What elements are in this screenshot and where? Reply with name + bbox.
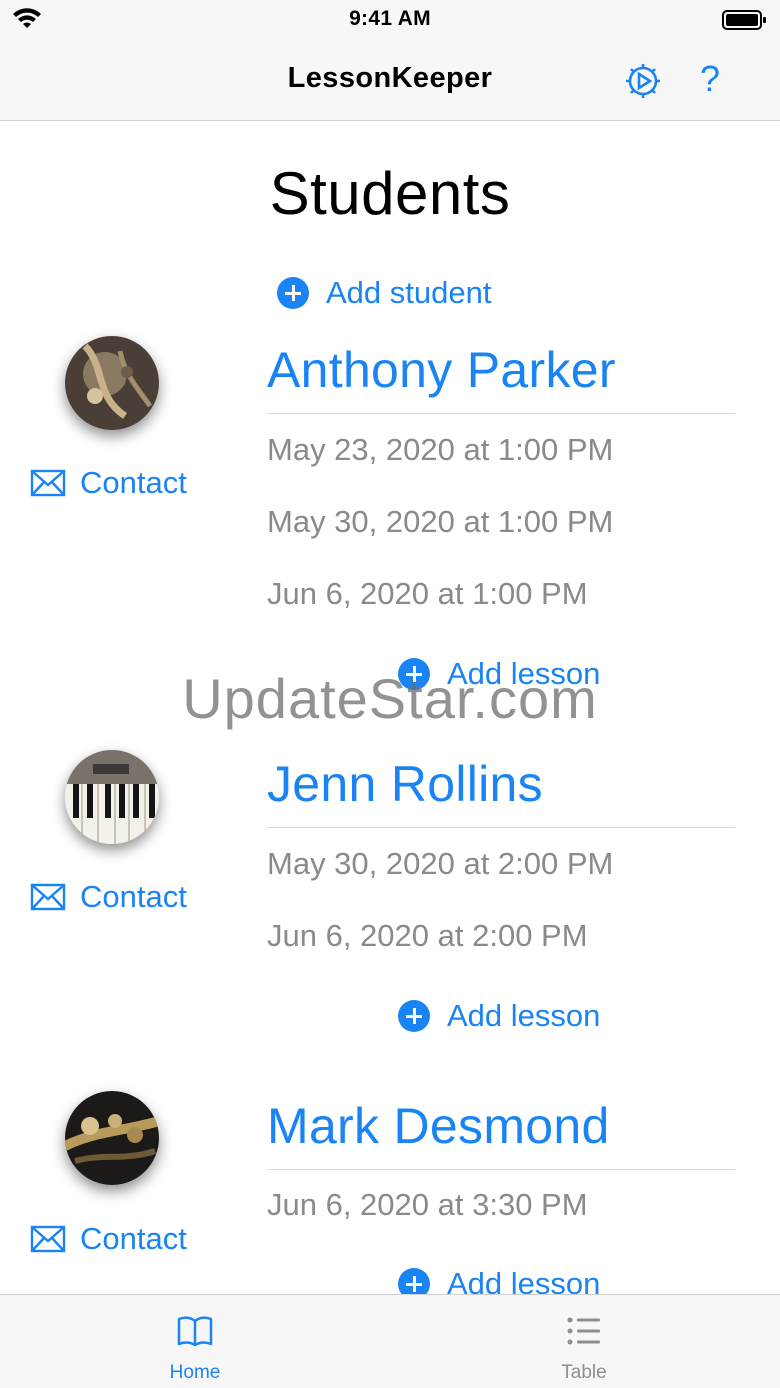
status-bar: 9:41 AM [0,0,780,40]
contact-label: Contact [80,465,187,500]
tab-home[interactable]: Home [95,1295,295,1388]
page-title: Students [269,160,511,227]
add-lesson-label: Add lesson [447,998,601,1033]
add-student-label: Add student [326,275,492,310]
student-name[interactable]: Jenn Rollins [267,755,543,813]
divider [267,1169,735,1170]
help-button[interactable]: ? [700,58,720,100]
settings-gear-icon[interactable] [623,61,663,101]
lesson-item[interactable]: May 30, 2020 at 1:00 PM [267,504,613,540]
tab-label: Home [169,1362,221,1383]
app-title: LessonKeeper [287,62,493,94]
student-name[interactable]: Anthony Parker [267,341,616,399]
student-name[interactable]: Mark Desmond [267,1097,610,1155]
navigation-bar: LessonKeeper ? [0,40,780,121]
divider [267,827,735,828]
contact-label: Contact [80,879,187,914]
avatar [65,336,159,430]
lesson-item[interactable]: May 30, 2020 at 2:00 PM [267,846,613,882]
envelope-icon [30,1225,66,1253]
add-lesson-button[interactable]: Add lesson [398,998,600,1034]
tab-label: Table [561,1362,607,1383]
add-lesson-label: Add lesson [447,1266,601,1294]
lesson-item[interactable]: Jun 6, 2020 at 3:30 PM [267,1187,588,1223]
divider [267,413,735,414]
envelope-icon [30,469,66,497]
add-student-button[interactable]: Add student [277,275,491,311]
tab-bar: Home Table [0,1294,780,1388]
book-icon [177,1316,213,1347]
avatar [65,750,159,844]
list-icon [567,1317,600,1345]
contact-label: Contact [80,1221,187,1256]
lesson-item[interactable]: May 23, 2020 at 1:00 PM [267,432,613,468]
envelope-icon [30,883,66,911]
contact-button[interactable]: Contact [30,879,187,915]
lesson-item[interactable]: Jun 6, 2020 at 1:00 PM [267,576,588,612]
battery-icon [722,10,766,30]
avatar [65,1091,159,1185]
plus-circle-icon [398,1268,430,1294]
contact-button[interactable]: Contact [30,1221,187,1257]
plus-circle-icon [398,1000,430,1032]
watermark: UpdateStar.com [182,667,598,730]
add-lesson-button[interactable]: Add lesson [398,1266,600,1294]
plus-circle-icon [277,277,309,309]
status-time: 9:41 AM [349,7,431,30]
lesson-item[interactable]: Jun 6, 2020 at 2:00 PM [267,918,588,954]
students-screen: Students Add student Contact Anthony Par… [0,121,780,1294]
contact-button[interactable]: Contact [30,465,187,501]
tab-table[interactable]: Table [484,1295,684,1388]
